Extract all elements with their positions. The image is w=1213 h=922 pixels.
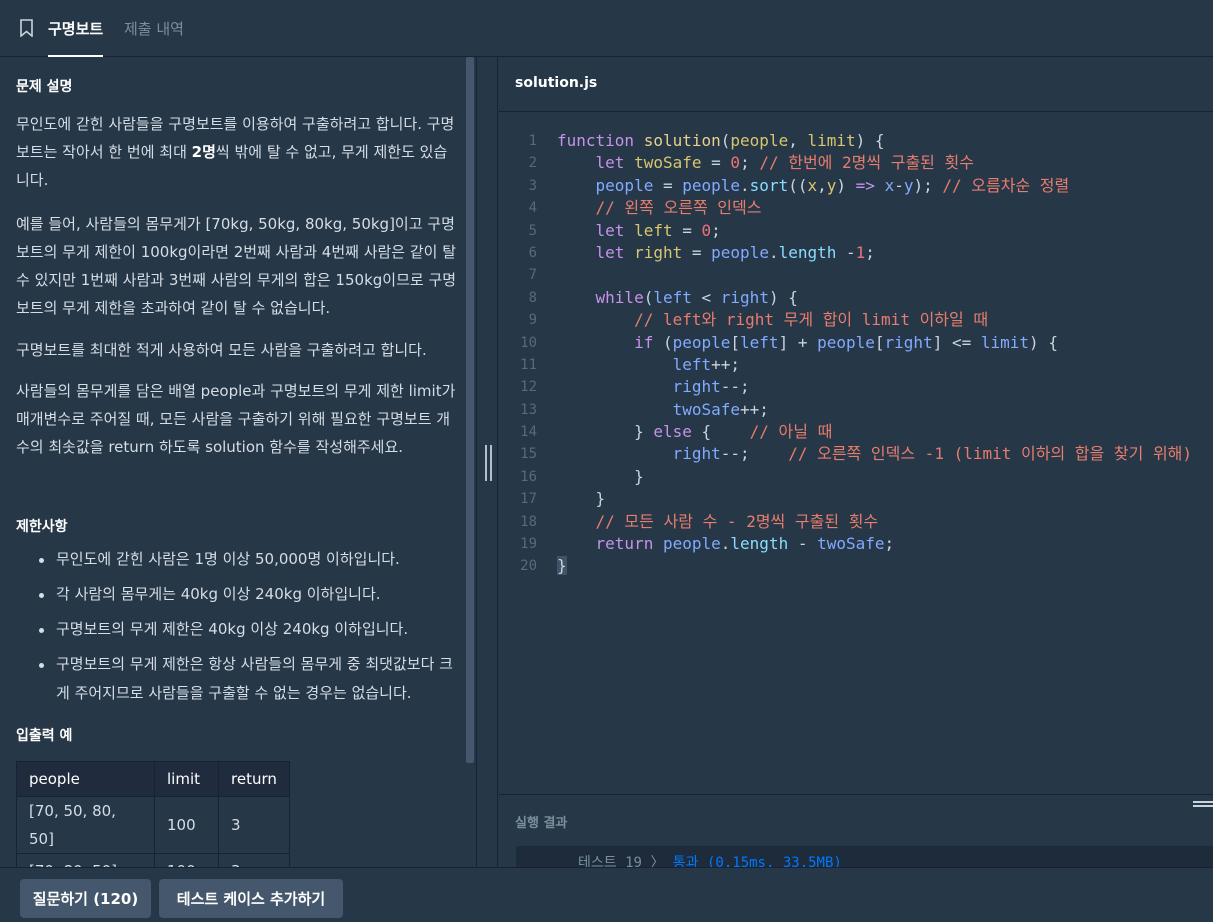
limit-item: 구명보트의 무게 제한은 40kg 이상 240kg 이하입니다. [16, 615, 466, 644]
table-cell: 3 [218, 853, 290, 867]
table-cell: 100 [154, 853, 219, 867]
table-header-row: people limit return [16, 761, 290, 797]
code-editor[interactable]: 1 function solution(people, limit) { 2 le… [499, 112, 1213, 794]
table-cell: 100 [154, 796, 219, 854]
bookmark-icon[interactable] [19, 19, 34, 37]
table-row: [70, 80, 50] 100 3 [16, 853, 290, 867]
bottom-action-bar: 질문하기 (120) 테스트 케이스 추가하기 [0, 867, 1213, 922]
line-number: 9 [528, 312, 537, 329]
add-test-case-button[interactable]: 테스트 케이스 추가하기 [159, 879, 343, 918]
line-number: 10 [520, 334, 537, 351]
code-line: 17 } [499, 488, 1192, 510]
line-number: 5 [528, 222, 537, 239]
description-paragraph-4: 사람들의 몸무게를 담은 배열 people과 구명보트의 무게 제한 limi… [16, 382, 456, 456]
code-line: 5 let left = 0; [499, 220, 1192, 242]
code-line: 16 } [499, 466, 1192, 488]
code-line: 8 while(left < right) { [499, 287, 1192, 309]
code-line: 18 // 모든 사람 수 - 2명씩 구출된 횟수 [499, 511, 1192, 533]
code-line: 2 let twoSafe = 0; // 한번에 2명씩 구출된 횟수 [499, 152, 1192, 174]
line-number: 16 [520, 468, 537, 485]
description-paragraph-1: 무인도에 갇힌 사람들을 구명보트를 이용하여 구출하려고 합니다. 구명보트는… [16, 110, 458, 194]
limits-list: 무인도에 갇힌 사람은 1명 이상 50,000명 이하입니다. 각 사람의 몸… [16, 545, 466, 714]
code-line: 7 [499, 264, 1192, 286]
result-title: 실행 결과 [515, 816, 568, 831]
code-line: 14 } else { // 아닐 때 [499, 421, 1192, 443]
table-cell: [70, 50, 80, 50] [16, 796, 155, 854]
result-line: 테스트 19 〉 통과 (0.15ms, 33.5MB) [578, 852, 842, 867]
code-line: 3 people = people.sort((x,y) => x-y); //… [499, 175, 1192, 197]
splitter-grip[interactable] [490, 445, 492, 481]
code-line: 1 function solution(people, limit) { [499, 130, 1192, 152]
line-number: 13 [520, 401, 537, 418]
p1-bold: 2명 [191, 143, 216, 161]
line-number: 15 [520, 446, 537, 463]
column-header: limit [154, 761, 219, 797]
splitter-grip[interactable] [485, 445, 487, 481]
code-line: 20} [499, 555, 1192, 577]
io-heading: 입출력 예 [16, 728, 73, 744]
code-line: 19 return people.length - twoSafe; [499, 533, 1192, 555]
line-number: 8 [528, 289, 537, 306]
file-name: solution.js [515, 75, 598, 91]
code-line: 4 // 왼쪽 오른쪽 인덱스 [499, 197, 1192, 219]
line-number: 1 [528, 133, 537, 149]
code-line: 13 twoSafe++; [499, 399, 1192, 421]
column-header: people [16, 761, 155, 797]
test-status: 통과 (0.15ms, 33.5MB) [672, 855, 842, 867]
line-number: 11 [520, 356, 537, 373]
code-line: 6 let right = people.length -1; [499, 242, 1192, 264]
line-number: 18 [520, 513, 537, 530]
limit-item: 각 사람의 몸무게는 40kg 이상 240kg 이하입니다. [16, 580, 466, 609]
test-label: 테스트 19 〉 [578, 855, 665, 867]
table-row: [70, 50, 80, 50] 100 3 [16, 796, 290, 854]
line-number: 3 [528, 177, 537, 194]
code-line: 9 // left와 right 무게 합이 limit 이하일 때 [499, 309, 1192, 331]
code-line: 11 left++; [499, 354, 1192, 376]
editor-header: solution.js [499, 57, 1213, 112]
problem-scrollbar[interactable] [466, 57, 474, 763]
code-area[interactable]: 1 function solution(people, limit) { 2 le… [499, 130, 1192, 578]
code-line: 10 if (people[left] + people[right] <= l… [499, 332, 1192, 354]
line-number: 6 [528, 244, 537, 261]
code-line: 12 right--; [499, 376, 1192, 398]
line-number: 14 [520, 424, 537, 441]
line-number: 17 [520, 491, 537, 508]
result-header: 실행 결과 [499, 794, 1213, 846]
top-tab-bar: 구명보트 제출 내역 [0, 0, 1213, 57]
panel-splitter[interactable] [476, 57, 498, 867]
table-cell: [70, 80, 50] [16, 853, 155, 867]
problem-panel: 문제 설명 무인도에 갇힌 사람들을 구명보트를 이용하여 구출하려고 합니다.… [0, 57, 476, 867]
question-button[interactable]: 질문하기 (120) [20, 879, 151, 918]
tab-problem[interactable]: 구명보트 [48, 0, 104, 57]
code-line: 15 right--; // 오른쪽 인덱스 -1 (limit 이하의 합을 … [499, 443, 1192, 465]
result-output: 테스트 19 〉 통과 (0.15ms, 33.5MB) [516, 846, 1213, 867]
limit-item: 구명보트의 무게 제한은 항상 사람들의 몸무게 중 최댓값보다 크게 주어지므… [16, 650, 466, 708]
table-cell: 3 [218, 796, 290, 854]
line-number: 19 [520, 536, 537, 553]
line-number: 12 [520, 379, 537, 396]
description-heading: 문제 설명 [16, 79, 73, 95]
line-number: 4 [528, 200, 537, 217]
description-paragraph-3: 구명보트를 최대한 적게 사용하여 모든 사람을 구출하려고 합니다. [16, 341, 427, 359]
column-header: return [218, 761, 290, 797]
limit-item: 무인도에 갇힌 사람은 1명 이상 50,000명 이하입니다. [16, 545, 466, 574]
line-number: 20 [520, 558, 537, 575]
resize-handle-icon[interactable] [1193, 801, 1213, 809]
tab-submissions[interactable]: 제출 내역 [124, 0, 184, 57]
io-example-table: people limit return [70, 50, 80, 50] 100… [16, 761, 290, 867]
description-paragraph-2: 예를 들어, 사람들의 몸무게가 [70kg, 50kg, 80kg, 50kg… [16, 215, 457, 317]
line-number: 7 [528, 267, 537, 284]
limits-heading: 제한사항 [16, 519, 68, 535]
line-number: 2 [528, 155, 537, 172]
